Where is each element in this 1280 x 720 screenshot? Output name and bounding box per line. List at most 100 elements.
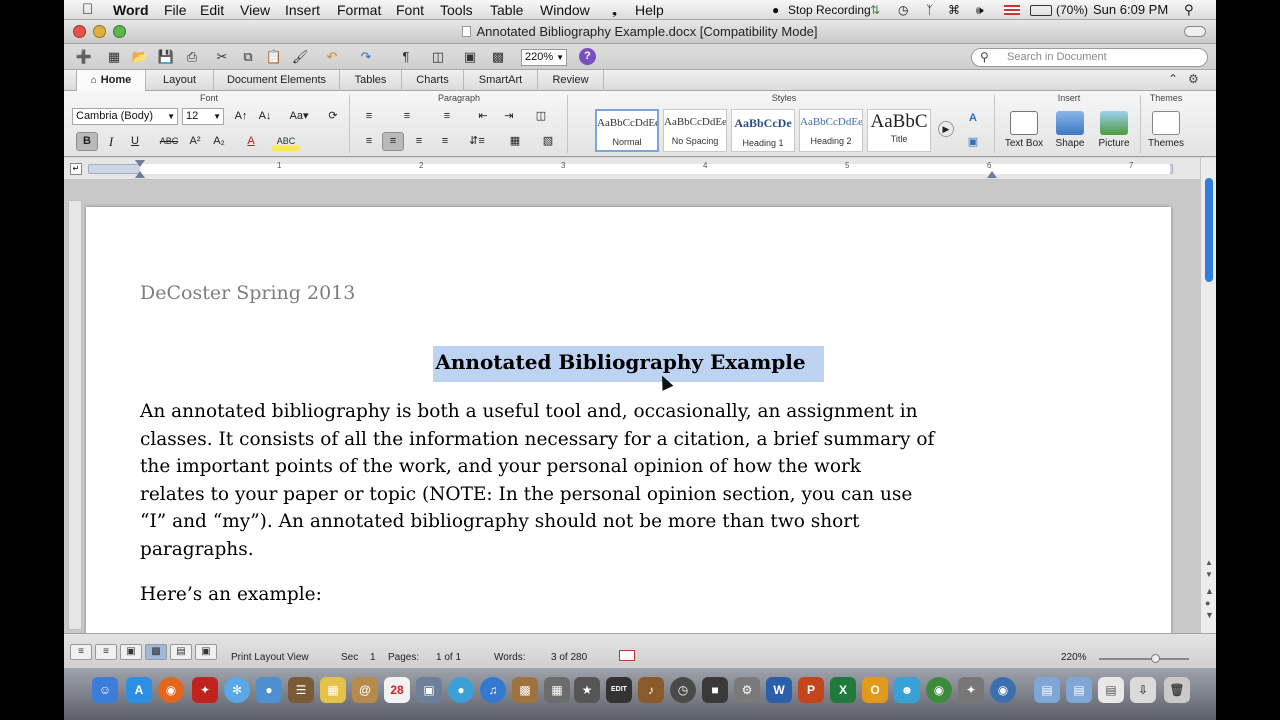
clear-formatting-icon[interactable]: ⟳ bbox=[322, 107, 344, 126]
spelling-check-icon[interactable] bbox=[619, 650, 635, 661]
excel-icon[interactable]: X bbox=[830, 677, 856, 703]
trash-icon[interactable]: 🗑 bbox=[1164, 677, 1190, 703]
calendar-icon[interactable]: 28 bbox=[384, 677, 410, 703]
script-menu-icon[interactable]: ❟ bbox=[612, 1, 617, 19]
insert-picture-button[interactable]: Picture bbox=[1092, 109, 1136, 149]
page-header[interactable]: DeCoster Spring 2013 bbox=[140, 282, 355, 304]
text-effects-icon[interactable]: A bbox=[962, 109, 984, 128]
tab-document-elements[interactable]: Document Elements bbox=[214, 70, 340, 91]
browser-icon[interactable]: ◉ bbox=[990, 677, 1016, 703]
time-machine-icon[interactable]: ◷ bbox=[670, 677, 696, 703]
documents-folder-icon[interactable]: ▤ bbox=[1066, 677, 1092, 703]
outline-view-button[interactable]: ≡ bbox=[95, 644, 117, 660]
body-paragraph[interactable]: An annotated bibliography is both a usef… bbox=[140, 398, 1020, 564]
zoom-slider[interactable] bbox=[1099, 658, 1189, 660]
menu-view[interactable]: View bbox=[240, 1, 270, 19]
style-title[interactable]: AaBbC Title bbox=[867, 109, 931, 152]
change-case-button[interactable]: Aa▾ bbox=[284, 107, 314, 126]
tab-review[interactable]: Review bbox=[538, 70, 604, 91]
full-screen-view-button[interactable]: ▣ bbox=[195, 644, 217, 660]
bold-button[interactable]: B bbox=[76, 132, 98, 151]
stop-recording[interactable]: Stop Recording bbox=[788, 1, 871, 19]
style-normal[interactable]: AaBbCcDdEe Normal bbox=[595, 109, 659, 152]
utilities-icon[interactable]: ✦ bbox=[958, 677, 984, 703]
themes-button[interactable]: Themes bbox=[1144, 109, 1188, 149]
document-stack-icon[interactable]: ▤ bbox=[1098, 677, 1124, 703]
underline-button[interactable]: U bbox=[124, 132, 146, 151]
paste-icon[interactable]: 📋 bbox=[264, 47, 284, 66]
menu-file[interactable]: File bbox=[164, 1, 187, 19]
gear-icon[interactable]: ⚙ bbox=[1188, 72, 1199, 86]
tab-home[interactable]: ⌂ Home bbox=[76, 70, 146, 91]
document-page[interactable]: DeCoster Spring 2013 Annotated Bibliogra… bbox=[86, 207, 1171, 633]
zoom-slider-knob[interactable] bbox=[1151, 654, 1160, 663]
style-no-spacing[interactable]: AaBbCcDdEe No Spacing bbox=[663, 109, 727, 152]
apple-icon[interactable]:  bbox=[82, 1, 93, 19]
borders-button[interactable]: ▦ bbox=[500, 132, 530, 151]
align-center-icon[interactable]: ≡ bbox=[382, 132, 404, 151]
align-left-icon[interactable]: ≡ bbox=[358, 132, 380, 151]
superscript-button[interactable]: A² bbox=[184, 132, 206, 151]
applications-folder-icon[interactable]: ▤ bbox=[1034, 677, 1060, 703]
insert-text-box-button[interactable]: Text Box bbox=[1002, 109, 1046, 149]
time-machine-icon[interactable]: ◷ bbox=[898, 1, 908, 19]
gallery-icon[interactable]: ▣ bbox=[460, 47, 480, 66]
browse-object-icon[interactable]: ● bbox=[1205, 598, 1210, 608]
network-icon[interactable]: ◉ bbox=[926, 677, 952, 703]
line-spacing-button[interactable]: ⇵≡ bbox=[462, 132, 492, 151]
decrease-indent-icon[interactable]: ⇤ bbox=[472, 107, 494, 126]
powerpoint-icon[interactable]: P bbox=[798, 677, 824, 703]
format-painter-icon[interactable]: 🖌 bbox=[290, 47, 310, 66]
document-title[interactable]: Annotated Bibliography Example bbox=[86, 346, 1171, 382]
menu-table[interactable]: Table bbox=[490, 1, 523, 19]
insert-shape-button[interactable]: Shape bbox=[1048, 109, 1092, 149]
new-document-icon[interactable]: ➕ bbox=[74, 47, 94, 66]
screenflow-icon[interactable]: ■ bbox=[702, 677, 728, 703]
stop-recording-icon[interactable]: ● bbox=[772, 1, 779, 19]
numbering-button[interactable]: ≡ bbox=[394, 107, 420, 126]
styles-next-icon[interactable]: ▶ bbox=[938, 121, 954, 137]
vertical-scrollbar[interactable]: ▲ ▼ ▲ ● ▼ bbox=[1200, 158, 1216, 633]
selected-title-text[interactable]: Annotated Bibliography Example bbox=[433, 346, 824, 382]
view-icon[interactable]: ▩ bbox=[488, 47, 508, 66]
menu-window[interactable]: Window bbox=[540, 1, 590, 19]
increase-indent-icon[interactable]: ⇥ bbox=[498, 107, 520, 126]
zoom-select[interactable]: 220% ▼ bbox=[521, 49, 567, 66]
undo-icon[interactable]: ↶ bbox=[322, 47, 342, 66]
calculator-icon[interactable]: ▦ bbox=[544, 677, 570, 703]
sync-icon[interactable]: ⇅ bbox=[870, 1, 880, 19]
redo-icon[interactable]: ↷ bbox=[356, 47, 376, 66]
system-preferences-icon[interactable]: ⚙ bbox=[734, 677, 760, 703]
imovie-icon[interactable]: ★ bbox=[574, 677, 600, 703]
save-icon[interactable]: 💾 bbox=[156, 47, 176, 66]
firefox-icon[interactable]: ◉ bbox=[158, 677, 184, 703]
print-icon[interactable]: ⎙ bbox=[182, 47, 202, 66]
font-color-button[interactable]: A bbox=[238, 132, 264, 151]
contacts-icon[interactable]: @ bbox=[352, 677, 378, 703]
messenger-icon[interactable]: ☻ bbox=[894, 677, 920, 703]
acrobat-icon[interactable]: ✦ bbox=[192, 677, 218, 703]
menu-help[interactable]: Help bbox=[635, 1, 664, 19]
draft-view-button[interactable]: ≡ bbox=[70, 644, 92, 660]
menu-font[interactable]: Font bbox=[396, 1, 424, 19]
tab-layout[interactable]: Layout bbox=[146, 70, 214, 91]
style-heading-1[interactable]: AaBbCcDe Heading 1 bbox=[731, 109, 795, 152]
templates-icon[interactable]: ▦ bbox=[104, 47, 124, 66]
finder-icon[interactable]: ☺ bbox=[92, 677, 118, 703]
print-layout-view-button[interactable]: ▩ bbox=[145, 644, 167, 660]
document-area[interactable]: DeCoster Spring 2013 Annotated Bibliogra… bbox=[64, 180, 1200, 633]
grow-font-button[interactable]: A↑ bbox=[230, 107, 252, 126]
shading-icon[interactable]: ▧ bbox=[536, 132, 560, 151]
collapse-ribbon-icon[interactable]: ⌃ bbox=[1168, 72, 1178, 86]
bullets-button[interactable]: ≡ bbox=[356, 107, 382, 126]
volume-icon[interactable]: 🕪 bbox=[976, 1, 984, 19]
word-icon[interactable]: W bbox=[766, 677, 792, 703]
ibooks-icon[interactable]: ☰ bbox=[288, 677, 314, 703]
spotlight-icon[interactable]: ⚲ bbox=[1184, 1, 1194, 19]
outlook-icon[interactable]: O bbox=[862, 677, 888, 703]
downloads-icon[interactable]: ⇩ bbox=[1130, 677, 1156, 703]
menu-insert[interactable]: Insert bbox=[285, 1, 320, 19]
multilevel-list-button[interactable]: ≡ bbox=[432, 107, 462, 126]
open-icon[interactable]: 📂 bbox=[130, 47, 150, 66]
columns-button[interactable]: ◫ bbox=[526, 107, 556, 126]
